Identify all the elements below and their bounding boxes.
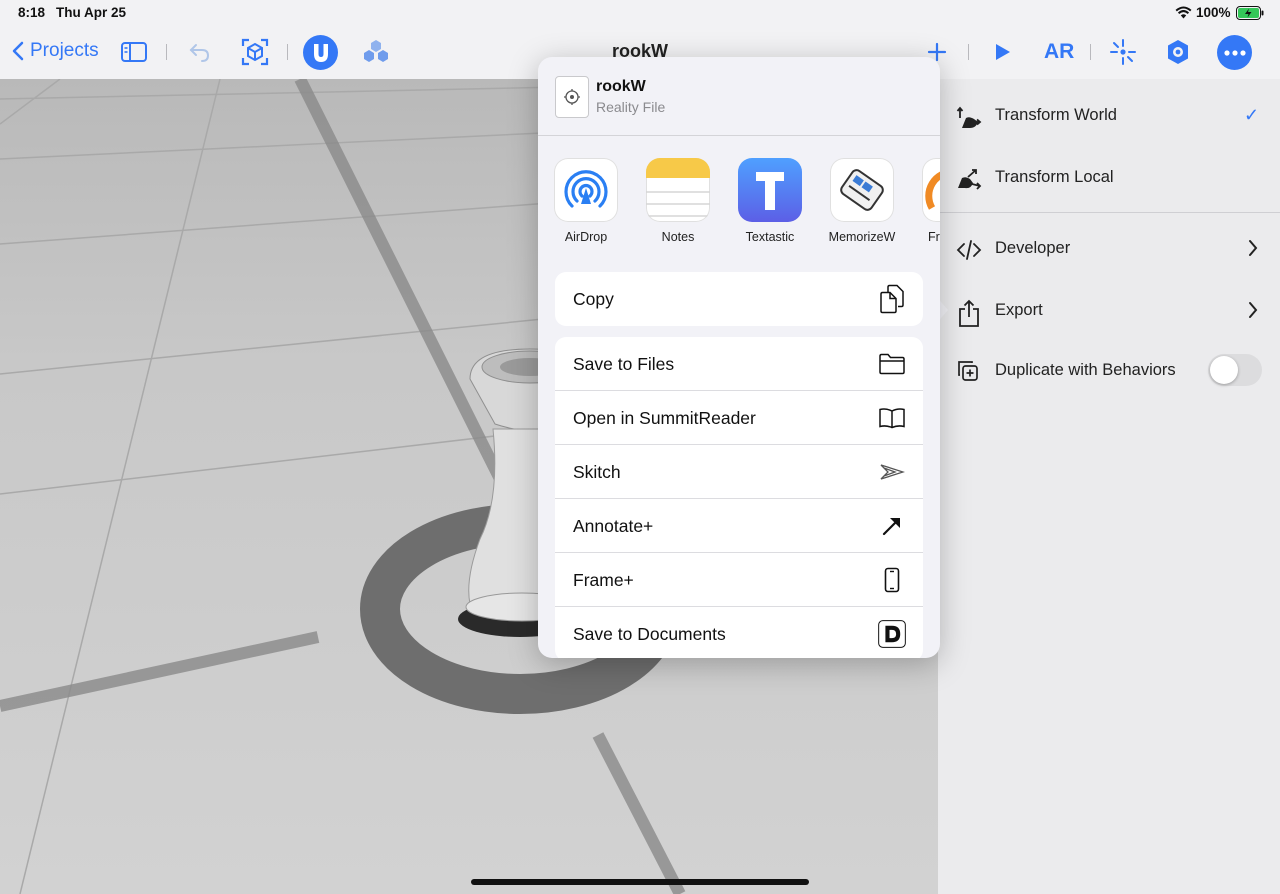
share-icon	[956, 299, 982, 327]
share-action-frame-plus[interactable]: Frame+	[555, 553, 923, 607]
status-bar: 8:18 Thu Apr 25 100%	[0, 0, 1280, 26]
snap-magnet-icon[interactable]	[303, 35, 338, 70]
arrow-icon	[878, 512, 906, 540]
memorizew-icon	[830, 158, 894, 222]
partial-app-icon	[922, 158, 940, 222]
share-app-row: AirDrop Notes Textastic MemorizeW Fr	[538, 153, 940, 253]
app-label: AirDrop	[564, 230, 608, 244]
share-action-save-to-documents[interactable]: Save to Documents	[555, 607, 923, 658]
copy-icon	[878, 284, 906, 314]
actions-group: Save to Files Open in SummitReader Skitc…	[555, 337, 923, 658]
menu-item-developer[interactable]: Developer	[938, 220, 1280, 276]
menu-item-label: Duplicate with Behaviors	[995, 360, 1176, 379]
menu-divider	[938, 212, 1280, 213]
menu-item-export[interactable]: Export	[938, 282, 1280, 338]
chevron-right-icon	[1248, 239, 1258, 262]
share-action-save-to-files[interactable]: Save to Files	[555, 337, 923, 391]
share-app-memorizew[interactable]: MemorizeW	[816, 153, 908, 244]
app-label: Fr	[928, 230, 940, 244]
action-label: Frame+	[573, 569, 634, 590]
file-type: Reality File	[596, 99, 666, 115]
airdrop-icon	[554, 158, 618, 222]
library-icon[interactable]	[362, 38, 390, 64]
chevron-left-icon	[12, 41, 24, 61]
menu-item-transform-world[interactable]: Transform World ✓	[938, 87, 1280, 143]
share-action-annotate-plus[interactable]: Annotate+	[555, 499, 923, 553]
phone-icon	[878, 566, 906, 594]
book-icon	[878, 404, 906, 432]
duplicate-icon	[956, 359, 982, 385]
share-app-partial[interactable]: Fr	[908, 153, 940, 244]
code-icon	[956, 237, 982, 263]
transform-local-icon	[956, 166, 982, 192]
share-action-open-in-summitreader[interactable]: Open in SummitReader	[555, 391, 923, 445]
share-app-textastic[interactable]: Textastic	[724, 153, 816, 244]
share-sheet: rookW Reality File AirDrop Notes Textast…	[538, 57, 940, 658]
more-icon[interactable]	[1217, 35, 1252, 70]
sidebar-icon[interactable]	[121, 42, 147, 62]
share-app-notes[interactable]: Notes	[632, 153, 724, 244]
menu-item-label: Developer	[995, 238, 1071, 257]
header-divider	[538, 135, 940, 136]
toolbar-divider	[166, 44, 167, 60]
share-app-airdrop[interactable]: AirDrop	[540, 153, 632, 244]
notes-icon	[646, 158, 710, 222]
status-date: Thu Apr 25	[56, 5, 127, 20]
menu-item-label: Export	[995, 300, 1043, 319]
menu-item-transform-local[interactable]: Transform Local	[938, 149, 1280, 205]
battery-percent: 100%	[1196, 5, 1231, 20]
scan-icon[interactable]	[241, 38, 269, 66]
back-button[interactable]: Projects	[12, 40, 99, 62]
chevron-right-icon	[1248, 301, 1258, 324]
app-label: Notes	[661, 230, 695, 244]
wifi-icon	[1175, 6, 1192, 22]
settings-icon[interactable]	[1164, 38, 1192, 66]
action-label: Annotate+	[573, 515, 654, 536]
copy-group: Copy	[555, 272, 923, 326]
toolbar-divider	[287, 44, 288, 60]
share-action-copy[interactable]: Copy	[555, 272, 923, 326]
checkmark-icon: ✓	[1244, 104, 1260, 125]
toggle-knob	[1210, 356, 1238, 384]
duplicate-behaviors-toggle[interactable]	[1208, 354, 1262, 386]
toolbar-divider	[968, 44, 969, 60]
action-label: Save to Files	[573, 353, 675, 374]
undo-icon[interactable]	[189, 42, 211, 62]
battery-icon	[1236, 6, 1264, 23]
textastic-icon	[738, 158, 802, 222]
action-label: Save to Documents	[573, 623, 726, 644]
more-menu: Transform World ✓ Transform Local Develo…	[938, 79, 1280, 894]
action-label: Copy	[573, 288, 614, 309]
menu-item-label: Transform Local	[995, 167, 1114, 186]
home-indicator	[471, 879, 809, 885]
app-label: MemorizeW	[828, 230, 896, 244]
file-name: rookW	[596, 78, 646, 95]
skitch-icon	[878, 458, 906, 486]
action-label: Skitch	[573, 461, 621, 482]
action-label: Open in SummitReader	[573, 407, 756, 428]
app-label: Textastic	[745, 230, 795, 244]
documents-icon	[878, 620, 906, 648]
folder-icon	[878, 350, 906, 378]
reality-file-icon	[555, 76, 589, 118]
status-time: 8:18	[18, 5, 46, 20]
ar-button[interactable]: AR	[1044, 40, 1074, 64]
transform-icon[interactable]	[1109, 38, 1137, 66]
toolbar-divider	[1090, 44, 1091, 60]
share-sheet-header: rookW Reality File	[538, 57, 940, 135]
share-action-skitch[interactable]: Skitch	[555, 445, 923, 499]
play-icon[interactable]	[993, 43, 1011, 61]
menu-item-label: Transform World	[995, 105, 1117, 124]
back-label: Projects	[30, 40, 99, 61]
transform-world-icon	[956, 104, 982, 130]
